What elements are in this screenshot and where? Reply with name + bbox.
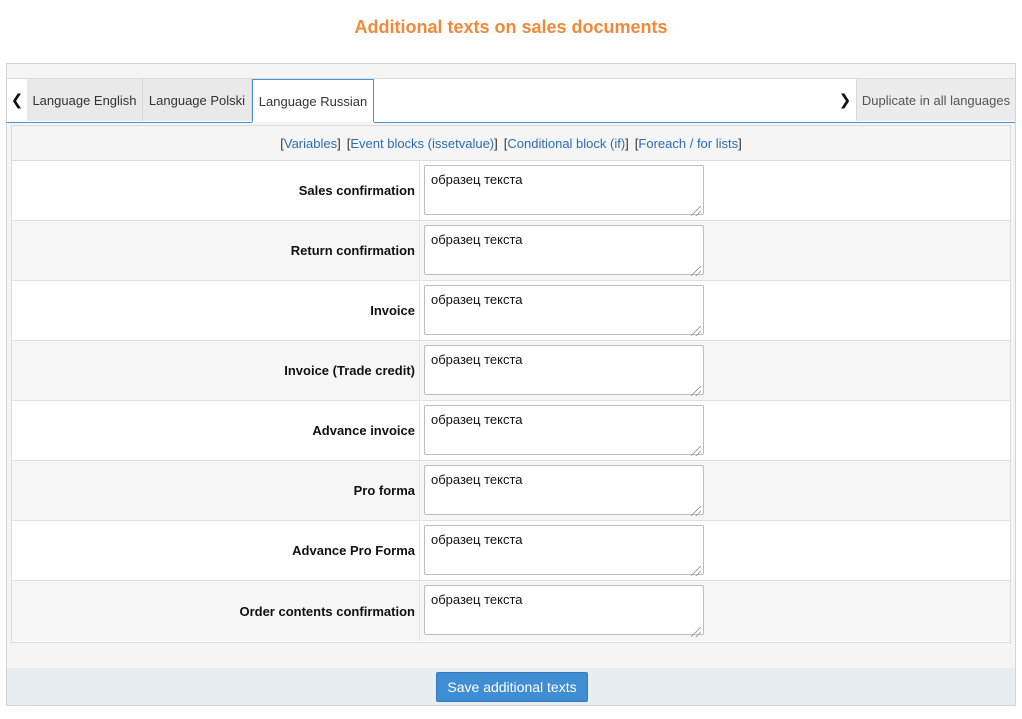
tab-language-polski[interactable]: Language Polski [143,79,252,121]
event-blocks-link[interactable]: Event blocks (issetvalue) [350,136,494,151]
pro-forma-row: Pro forma образец текста [12,461,1010,521]
tab-language-russian[interactable]: Language Russian [252,79,374,122]
duplicate-label: Duplicate in all languages [861,92,1011,108]
chevron-left-icon[interactable]: ❮ [7,79,27,120]
chevron-right-icon[interactable]: ❯ [835,79,855,120]
field-label: Order contents confirmation [12,581,420,641]
field-label: Advance Pro Forma [12,521,420,580]
advance-pro-forma-textarea[interactable]: образец текста [424,525,704,575]
tab-divider [7,122,252,123]
field-label: Invoice [12,281,420,340]
invoice-textarea[interactable]: образец текста [424,285,704,335]
variables-link[interactable]: Variables [284,136,337,151]
page-title: Additional texts on sales documents [354,17,668,37]
advance-pro-forma-row: Advance Pro Forma образец текста [12,521,1010,581]
help-links-row: [Variables] [Event blocks (issetvalue)] … [12,126,1010,161]
return-confirmation-row: Return confirmation образец текста [12,221,1010,281]
tab-label: Language Russian [258,93,368,109]
field-label: Invoice (Trade credit) [12,341,420,400]
field-label: Pro forma [12,461,420,520]
advance-invoice-textarea[interactable]: образец текста [424,405,704,455]
order-contents-confirmation-textarea[interactable]: образец текста [424,585,704,635]
field-label: Advance invoice [12,401,420,460]
foreach-link[interactable]: Foreach / for lists [638,136,738,151]
return-confirmation-textarea[interactable]: образец текста [424,225,704,275]
advance-invoice-row: Advance invoice образец текста [12,401,1010,461]
field-label: Return confirmation [12,221,420,280]
field-label: Sales confirmation [12,161,420,220]
form-footer: Save additional texts [6,668,1016,706]
tab-language-english[interactable]: Language English [27,79,143,121]
conditional-block-link[interactable]: Conditional block (if) [507,136,625,151]
invoice-trade-credit-row: Invoice (Trade credit) образец текста [12,341,1010,401]
sales-confirmation-row: Sales confirmation образец текста [12,161,1010,221]
tab-label: Language English [32,92,137,108]
pro-forma-textarea[interactable]: образец текста [424,465,704,515]
language-tabs: ❮ Language English Language Polski Langu… [7,78,1015,122]
save-additional-texts-button[interactable]: Save additional texts [436,672,588,702]
texts-panel: ❮ Language English Language Polski Langu… [6,63,1016,669]
sales-confirmation-textarea[interactable]: образец текста [424,165,704,215]
invoice-row: Invoice образец текста [12,281,1010,341]
tab-divider [374,122,1015,123]
tab-label: Language Polski [148,92,246,108]
order-contents-confirmation-row: Order contents confirmation образец текс… [12,581,1010,641]
invoice-trade-credit-textarea[interactable]: образец текста [424,345,704,395]
duplicate-all-languages-button[interactable]: Duplicate in all languages [856,79,1015,121]
texts-form: [Variables] [Event blocks (issetvalue)] … [11,125,1011,643]
